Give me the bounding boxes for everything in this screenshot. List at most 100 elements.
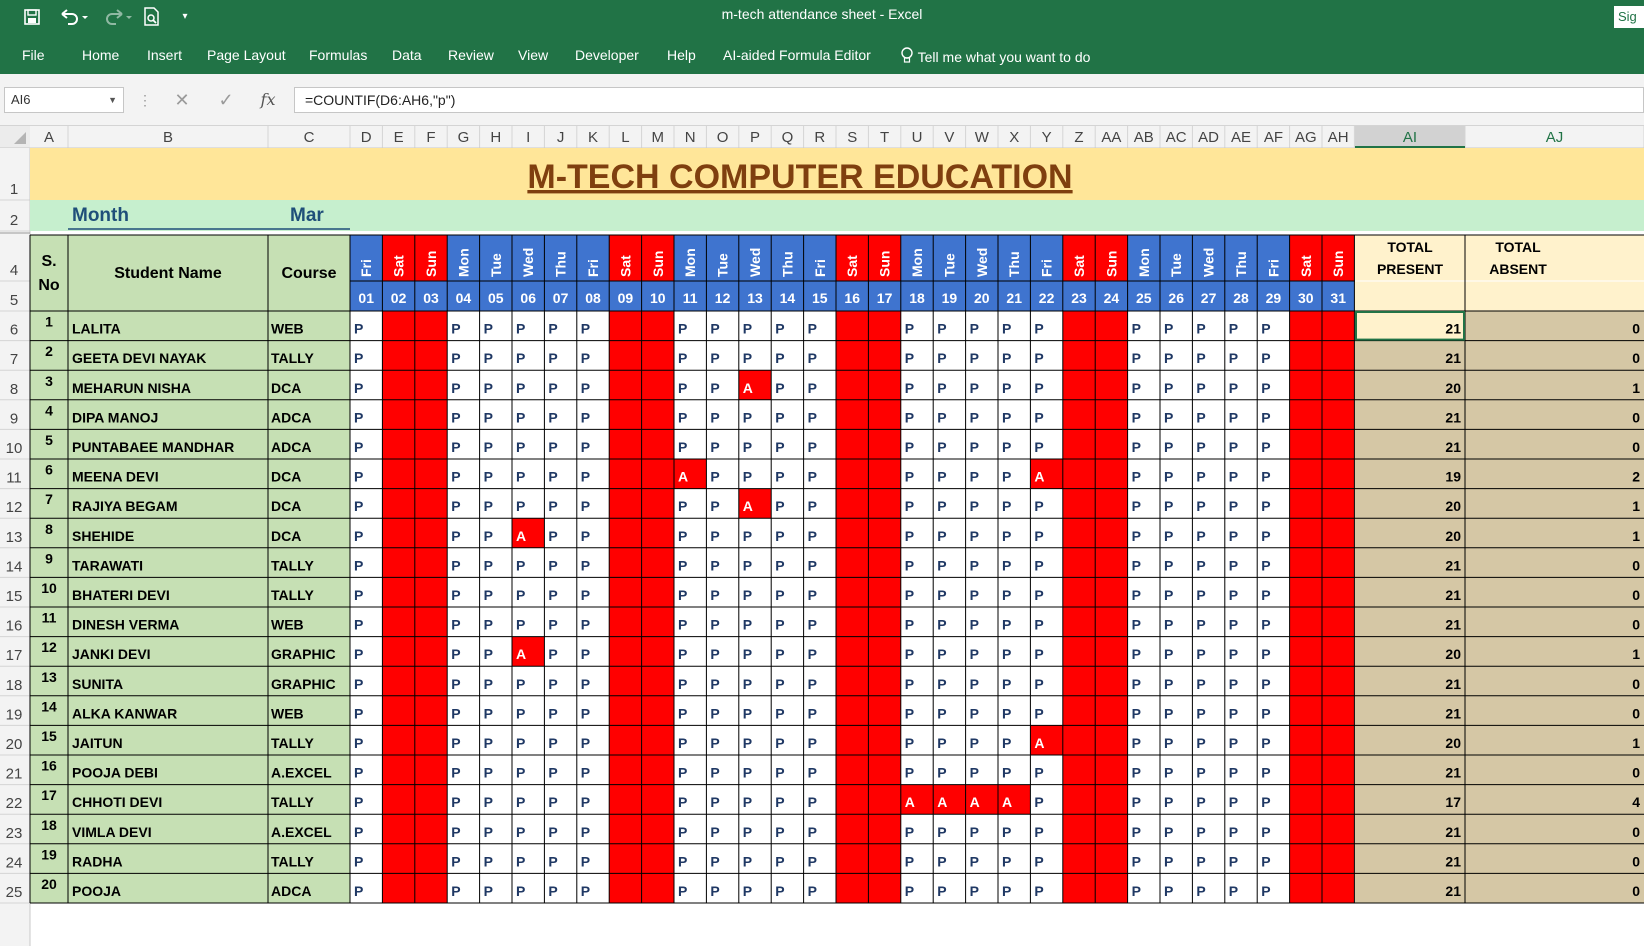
weekend-cell[interactable] [382, 547, 415, 578]
weekend-cell[interactable] [1289, 666, 1322, 696]
total-absent-cell[interactable] [1465, 607, 1644, 637]
weekend-cell[interactable] [414, 843, 448, 874]
tell-me-search[interactable]: Tell me what you want to do [900, 47, 1090, 65]
weekend-cell[interactable] [609, 488, 642, 519]
weekend-cell[interactable] [1322, 547, 1355, 578]
weekend-cell[interactable] [1289, 636, 1322, 667]
enter-icon[interactable]: ✓ [212, 87, 240, 113]
weekend-cell[interactable] [609, 429, 642, 459]
weekend-cell[interactable] [836, 607, 869, 637]
weekend-cell[interactable] [1289, 725, 1322, 755]
weekend-cell[interactable] [1289, 577, 1322, 607]
weekend-cell[interactable] [382, 695, 415, 726]
weekend-cell[interactable] [836, 488, 869, 519]
weekend-cell[interactable] [1095, 547, 1128, 578]
weekend-cell[interactable] [641, 459, 674, 489]
weekend-cell[interactable] [609, 577, 642, 607]
weekend-cell[interactable] [1322, 399, 1355, 430]
weekend-cell[interactable] [868, 843, 901, 874]
tab-help[interactable]: Help [667, 47, 696, 63]
weekend-cell[interactable] [868, 666, 901, 696]
weekend-cell[interactable] [868, 725, 901, 755]
weekend-cell[interactable] [641, 636, 674, 667]
weekend-cell[interactable] [1095, 399, 1128, 430]
weekend-cell[interactable] [1322, 429, 1355, 459]
weekend-cell[interactable] [1289, 459, 1322, 489]
weekend-cell[interactable] [836, 518, 869, 548]
sign-in-button[interactable]: Sig [1614, 6, 1644, 28]
weekend-cell[interactable] [1289, 607, 1322, 637]
weekend-cell[interactable] [1095, 755, 1128, 785]
weekend-cell[interactable] [609, 843, 642, 874]
weekend-cell[interactable] [868, 370, 901, 400]
weekend-cell[interactable] [1062, 370, 1096, 400]
weekend-cell[interactable] [641, 755, 674, 785]
weekend-cell[interactable] [641, 814, 674, 844]
weekend-cell[interactable] [382, 814, 415, 844]
weekend-cell[interactable] [382, 577, 415, 607]
weekend-cell[interactable] [414, 725, 448, 755]
weekend-cell[interactable] [1322, 636, 1355, 667]
weekend-cell[interactable] [382, 873, 415, 903]
weekend-cell[interactable] [836, 843, 869, 874]
weekend-cell[interactable] [641, 577, 674, 607]
weekend-cell[interactable] [382, 370, 415, 400]
tab-page-layout[interactable]: Page Layout [207, 47, 286, 63]
weekend-cell[interactable] [836, 340, 869, 371]
total-absent-cell[interactable] [1465, 577, 1644, 607]
weekend-cell[interactable] [1095, 607, 1128, 637]
weekend-cell[interactable] [609, 340, 642, 371]
chevron-down-icon[interactable]: ▼ [108, 88, 117, 112]
weekend-cell[interactable] [609, 784, 642, 815]
weekend-cell[interactable] [1289, 784, 1322, 815]
weekend-cell[interactable] [1322, 666, 1355, 696]
weekend-cell[interactable] [1289, 340, 1322, 371]
weekend-cell[interactable] [1095, 843, 1128, 874]
total-absent-cell[interactable] [1465, 666, 1644, 696]
weekend-cell[interactable] [1062, 459, 1096, 489]
weekend-cell[interactable] [414, 429, 448, 459]
weekend-cell[interactable] [1062, 784, 1096, 815]
weekend-cell[interactable] [1322, 695, 1355, 726]
weekend-cell[interactable] [1095, 814, 1128, 844]
name-box[interactable]: AI6 ▼ [4, 87, 124, 113]
tab-insert[interactable]: Insert [147, 47, 182, 63]
weekend-cell[interactable] [414, 311, 448, 341]
weekend-cell[interactable] [836, 311, 869, 341]
weekend-cell[interactable] [414, 695, 448, 726]
weekend-cell[interactable] [414, 399, 448, 430]
weekend-cell[interactable] [1062, 636, 1096, 667]
weekend-cell[interactable] [1095, 429, 1128, 459]
weekend-cell[interactable] [1095, 370, 1128, 400]
total-absent-cell[interactable] [1465, 695, 1644, 726]
weekend-cell[interactable] [609, 311, 642, 341]
weekend-cell[interactable] [836, 577, 869, 607]
total-absent-cell[interactable] [1465, 755, 1644, 785]
weekend-cell[interactable] [1322, 459, 1355, 489]
weekend-cell[interactable] [836, 725, 869, 755]
weekend-cell[interactable] [1062, 518, 1096, 548]
weekend-cell[interactable] [868, 755, 901, 785]
weekend-cell[interactable] [1062, 488, 1096, 519]
weekend-cell[interactable] [836, 399, 869, 430]
weekend-cell[interactable] [609, 547, 642, 578]
weekend-cell[interactable] [1322, 518, 1355, 548]
weekend-cell[interactable] [382, 843, 415, 874]
weekend-cell[interactable] [414, 488, 448, 519]
weekend-cell[interactable] [1062, 873, 1096, 903]
formula-input[interactable]: =COUNTIF(D6:AH6,"p") [294, 87, 1644, 113]
weekend-cell[interactable] [836, 755, 869, 785]
weekend-cell[interactable] [868, 488, 901, 519]
weekend-cell[interactable] [1322, 784, 1355, 815]
total-absent-cell[interactable] [1465, 814, 1644, 844]
weekend-cell[interactable] [609, 399, 642, 430]
weekend-cell[interactable] [1289, 873, 1322, 903]
weekend-cell[interactable] [641, 340, 674, 371]
weekend-cell[interactable] [1322, 340, 1355, 371]
weekend-cell[interactable] [382, 459, 415, 489]
tab-formulas[interactable]: Formulas [309, 47, 367, 63]
weekend-cell[interactable] [382, 488, 415, 519]
more-options-icon[interactable]: ⋮ [138, 87, 152, 113]
total-absent-cell[interactable] [1465, 518, 1644, 548]
weekend-cell[interactable] [414, 636, 448, 667]
